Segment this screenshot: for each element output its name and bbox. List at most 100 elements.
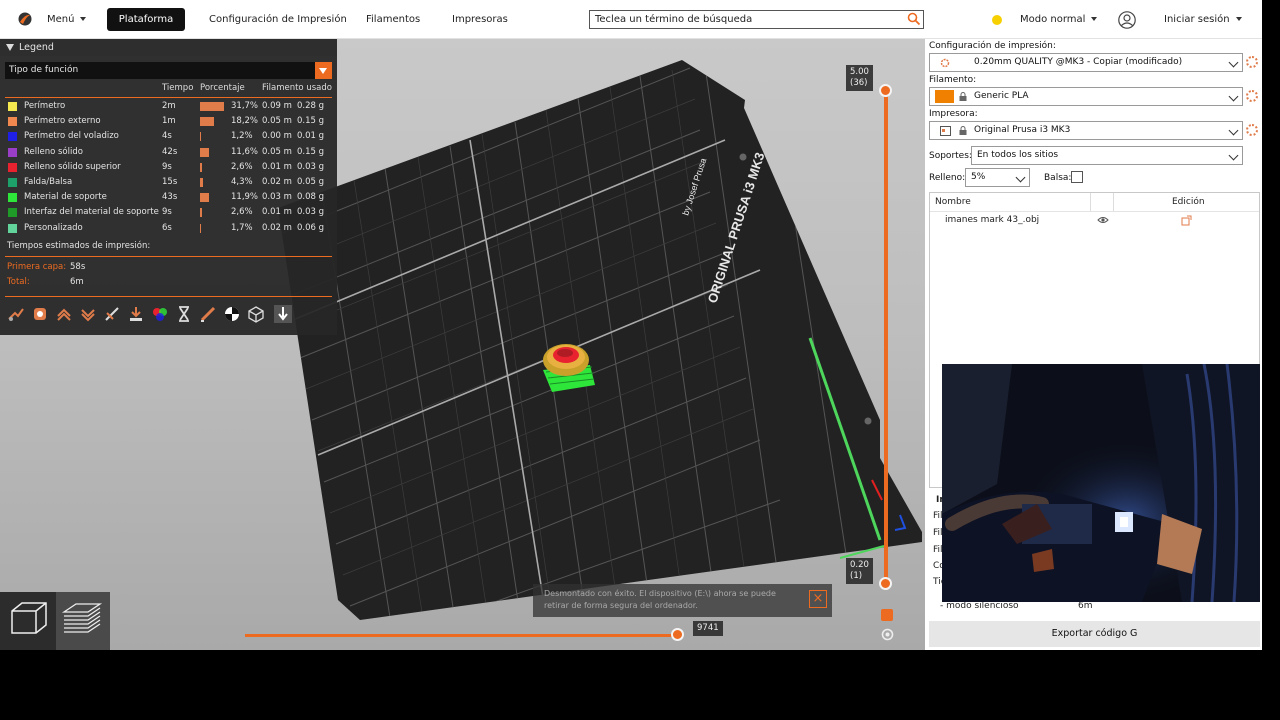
move-slider-track[interactable]	[245, 634, 678, 637]
legend-row[interactable]: Perímetro 2m 31,7% 0.09 m 0.28 g	[0, 99, 337, 114]
lock-icon	[959, 92, 967, 101]
custom-gcodes-icon[interactable]	[199, 305, 217, 323]
infill-label: Relleno:	[929, 173, 966, 183]
legend-row[interactable]: Perímetro externo 1m 18,2% 0.05 m 0.15 g	[0, 114, 337, 129]
chevron-down-icon	[1228, 150, 1239, 161]
eye-icon[interactable]	[1097, 216, 1109, 224]
layers-icon	[61, 603, 103, 633]
menu-button[interactable]: Menú	[47, 8, 87, 31]
feature-percent-bar	[200, 178, 204, 187]
silent-mode-value: 6m	[1078, 601, 1093, 611]
legend-row[interactable]: Interfaz del material de soporte 9s 2,6% 0.…	[0, 205, 337, 220]
legend-row[interactable]: Relleno sólido 42s 11,6% 0.05 m 0.15 g	[0, 145, 337, 160]
feature-percent: 18,2%	[231, 116, 259, 127]
move-slider-handle[interactable]	[671, 628, 684, 641]
notification-toast: Desmontado con éxito. El dispositivo (E:…	[533, 584, 832, 617]
login-button[interactable]: Iniciar sesión	[1164, 8, 1242, 31]
search-icon[interactable]	[907, 12, 921, 26]
menu-label: Menú	[47, 14, 75, 25]
feature-filament-m: 0.05 m	[262, 146, 292, 157]
prusaslicer-logo-icon	[18, 12, 32, 26]
column-header-filament: Filamento usado	[262, 83, 332, 93]
infill-combo[interactable]: 5%	[965, 168, 1030, 187]
layer-slider-settings-icon[interactable]	[880, 627, 895, 642]
chevron-down-icon	[1235, 17, 1242, 21]
tab-plataforma[interactable]: Plataforma	[107, 8, 185, 31]
legend-row[interactable]: Perímetro del voladizo 4s 1,2% 0.00 m 0.01 g	[0, 129, 337, 144]
top-bar: Menú Plataforma Configuración de Impresi…	[0, 0, 1262, 39]
notification-text: Desmontado con éxito. El dispositivo (E:…	[544, 589, 776, 598]
supports-combo[interactable]: En todos los sitios	[971, 146, 1243, 165]
export-gcode-button[interactable]: Exportar código G	[929, 621, 1260, 647]
dropdown-arrow-icon[interactable]	[315, 62, 332, 79]
3d-view-button[interactable]	[0, 592, 56, 650]
legend-row[interactable]: Personalizado 6s 1,7% 0.02 m 0.06 g	[0, 221, 337, 236]
printer-gear-icon[interactable]	[1246, 124, 1258, 136]
layer-slider-track[interactable]	[884, 91, 888, 585]
tab-filamentos[interactable]: Filamentos	[366, 8, 420, 31]
print-settings-combo[interactable]: 0.20mm QUALITY @MK3 - Copiar (modificado…	[929, 53, 1243, 72]
feature-color-swatch	[8, 147, 17, 157]
bottom-layer-label: 0.20 (1)	[846, 558, 873, 584]
collapse-triangle-icon	[6, 44, 14, 51]
legend-row[interactable]: Relleno sólido superior 9s 2,6% 0.01 m 0.03 …	[0, 160, 337, 175]
layer-slider-lock-icon[interactable]	[881, 609, 893, 621]
layer-slider-top-handle[interactable]	[879, 84, 892, 97]
total-label: Total:	[7, 277, 30, 287]
feature-percent: 1,7%	[231, 222, 253, 233]
raft-checkbox[interactable]	[1071, 171, 1083, 183]
cube-icon	[11, 602, 47, 634]
feature-time: 9s	[162, 161, 172, 172]
travel-icon[interactable]	[7, 305, 25, 323]
shells-icon[interactable]	[247, 305, 265, 323]
filament-label: Filamento:	[929, 75, 977, 85]
feature-filament-g: 0.01 g	[297, 131, 325, 142]
feature-filament-m: 0.01 m	[262, 161, 292, 172]
user-avatar-icon[interactable]	[1118, 11, 1136, 29]
filament-combo[interactable]: Generic PLA	[929, 87, 1243, 106]
move-slider-label: 9741	[693, 621, 723, 636]
tool-changes-icon[interactable]	[127, 305, 145, 323]
preview-view-button[interactable]	[56, 592, 110, 650]
tool-marker-icon[interactable]	[273, 304, 293, 324]
feature-filament-g: 0.28 g	[297, 101, 325, 111]
feature-type-select[interactable]: Tipo de función	[5, 62, 332, 79]
feature-filament-g: 0.08 g	[297, 192, 325, 203]
login-label: Iniciar sesión	[1164, 14, 1230, 25]
legend-header[interactable]: Legend	[0, 39, 337, 56]
first-layer-label: Primera capa:	[7, 262, 67, 272]
tab-impresoras[interactable]: Impresoras	[452, 8, 508, 31]
table-row[interactable]: imanes mark 43_.obj	[930, 212, 1259, 228]
filament-gear-icon[interactable]	[1246, 90, 1258, 102]
center-of-gravity-icon[interactable]	[223, 305, 241, 323]
mode-selector[interactable]: Modo normal	[1020, 8, 1098, 31]
mode-label: Modo normal	[1020, 14, 1086, 25]
edit-icon[interactable]	[1181, 215, 1192, 226]
filament-color-swatch[interactable]	[935, 90, 954, 103]
legend-row[interactable]: Falda/Balsa 15s 4,3% 0.02 m 0.05 g	[0, 175, 337, 190]
wipe-icon[interactable]	[31, 305, 49, 323]
tab-configuracion-impresion[interactable]: Configuración de Impresión	[209, 8, 347, 31]
seams-icon[interactable]	[103, 305, 121, 323]
color-changes-icon[interactable]	[151, 305, 169, 323]
object-name: imanes mark 43_.obj	[945, 215, 1040, 225]
feature-filament-m: 0.00 m	[262, 131, 292, 142]
deretractions-icon[interactable]	[79, 305, 97, 323]
feature-time: 1m	[162, 116, 176, 127]
layer-slider-bottom-handle[interactable]	[879, 577, 892, 590]
close-icon[interactable]: ×	[809, 590, 827, 608]
toolbar-divider	[5, 296, 332, 297]
feature-filament-g: 0.15 g	[297, 116, 325, 127]
header-divider	[5, 97, 332, 98]
bed-mount-hole	[864, 417, 872, 425]
feature-color-swatch	[8, 132, 17, 142]
print-settings-icon	[940, 58, 950, 68]
feature-percent: 1,2%	[231, 131, 253, 142]
search-input[interactable]: Teclea un término de búsqueda	[589, 10, 924, 29]
feature-time: 15s	[162, 177, 178, 187]
pause-prints-icon[interactable]	[175, 305, 193, 323]
retractions-icon[interactable]	[55, 305, 73, 323]
print-settings-gear-icon[interactable]	[1246, 56, 1258, 68]
printer-combo[interactable]: Original Prusa i3 MK3	[929, 121, 1243, 140]
legend-row[interactable]: Material de soporte 43s 11,9% 0.03 m 0.08 g	[0, 190, 337, 205]
